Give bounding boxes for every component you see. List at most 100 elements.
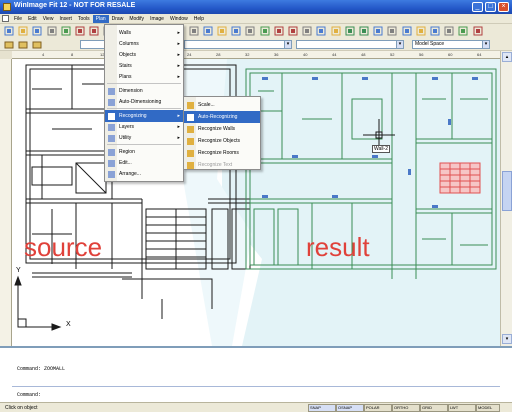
plans-icon [108,74,115,81]
menu-item-label: Recognize Text [198,162,233,168]
layer-icon[interactable] [316,26,326,36]
help-icon[interactable] [473,26,483,36]
text-icon[interactable] [302,26,312,36]
command-prompt[interactable]: Command: [17,392,41,398]
layer-state-icon[interactable] [18,40,28,50]
color-combo[interactable]: ▾ [184,40,292,49]
status-toggle-osnap[interactable]: OSNAP [336,404,364,412]
source-caption: source [24,232,103,262]
edit-icon [108,160,115,167]
recognizing-item-auto-recognizing[interactable]: Auto-Recognizing [184,111,260,123]
status-toggle-model[interactable]: MODEL [476,404,500,412]
properties-icon[interactable] [189,26,199,36]
utility-icon [108,135,115,142]
menu-item-label: Recognize Objects [198,138,240,144]
menu-separator [107,144,181,145]
measure-icon[interactable] [458,26,468,36]
plan-menu-item-arrange[interactable]: Arrange... [105,168,183,180]
recognizing-item-recognize-walls[interactable]: Recognize Walls [184,123,260,135]
menu-edit[interactable]: Edit [25,15,40,23]
ruler-tick-label: 24 [187,52,192,57]
array-icon[interactable] [387,26,397,36]
scroll-thumb[interactable] [502,171,512,211]
objects-icon [108,52,115,59]
fillet-icon[interactable] [430,26,440,36]
status-toggle-grid[interactable]: GRID [420,404,448,412]
menu-modify[interactable]: Modify [126,15,147,23]
plan-menu-item-utility[interactable]: Utility ▸ [105,132,183,144]
redo-icon[interactable] [89,26,99,36]
window-title: WinImage Fit 12 - NOT FOR RESALE [14,2,136,9]
plan-menu-item-auto-dimensioning[interactable]: Auto-Dimensioning [105,96,183,108]
ruler-tick-label: 4 [42,52,45,57]
vertical-scrollbar[interactable]: ▴ ▾ [500,51,512,346]
status-toggle-ortho[interactable]: ORTHO [392,404,420,412]
menu-draw[interactable]: Draw [109,15,127,23]
trim-icon[interactable] [402,26,412,36]
wall-icon[interactable] [203,26,213,36]
menu-tools[interactable]: Tools [75,15,93,23]
door-icon[interactable] [231,26,241,36]
menu-items: File Edit View Insert Tools Plan Draw Modify Ima… [11,15,207,23]
horizontal-ruler: 481216202428323640444852566064 [12,51,500,59]
mirror-icon[interactable] [373,26,383,36]
move-icon[interactable] [331,26,341,36]
status-toggle-polar[interactable]: POLAR [364,404,392,412]
open-icon[interactable] [18,26,28,36]
undo-icon[interactable] [75,26,85,36]
menu-item-label: Arrange... [119,171,141,177]
rotate-icon[interactable] [345,26,355,36]
recognizing-item-recognize-objects[interactable]: Recognize Objects [184,135,260,147]
vertical-ruler [0,59,12,346]
status-toggle-lwt[interactable]: LWT [448,404,476,412]
save-icon[interactable] [32,26,42,36]
preview-icon[interactable] [61,26,71,36]
ruler-tick-label: 32 [245,52,250,57]
recognizing-item-recognize-rooms[interactable]: Recognize Rooms [184,147,260,159]
menu-plan[interactable]: Plan [92,15,109,23]
menu-image[interactable]: Image [147,15,167,23]
stairs-icon[interactable] [260,26,270,36]
model-space-combo[interactable]: Model Space ▾ [412,40,490,49]
ruler-tick-label: 36 [274,52,279,57]
properties-toolbar: ▾ ▾ ▾ Model Space ▾ [0,38,512,51]
menu-item-label: Utility [119,135,132,141]
close-button[interactable]: × [498,2,509,12]
axis-x-label: X [66,321,71,328]
plan-menu-item-plans[interactable]: Plans ▸ [105,71,183,83]
ruler-corner [0,51,12,59]
recognized-stairs [439,162,481,194]
scroll-down-icon[interactable]: ▾ [502,334,512,344]
minimize-button[interactable]: _ [472,2,483,12]
menu-help[interactable]: Help [191,15,207,23]
recognizing-item-recognize-text: Recognize Text [184,159,260,171]
explode-icon[interactable] [444,26,454,36]
menu-insert[interactable]: Insert [56,15,75,23]
scale-icon[interactable] [359,26,369,36]
arrange-icon [108,171,115,178]
menu-item-label: Recognize Rooms [198,150,239,156]
menu-window[interactable]: Window [167,15,191,23]
ruler-tick-label: 52 [390,52,395,57]
maximize-button[interactable]: □ [485,2,496,12]
column-icon[interactable] [217,26,227,36]
layer-manager-icon[interactable] [4,40,14,50]
recognizing-item-scale[interactable]: Scale... [184,99,260,111]
command-window: Command: ZOOMALL Command: [0,346,512,402]
window-icon[interactable] [245,26,255,36]
extend-icon[interactable] [416,26,426,36]
dimension-icon[interactable] [288,26,298,36]
menu-file[interactable]: File [11,15,25,23]
linetype-combo[interactable]: ▾ [296,40,404,49]
room-icon[interactable] [274,26,284,36]
submenu-arrow-icon: ▸ [177,74,180,80]
print-icon[interactable] [47,26,57,36]
menu-item-label: Auto-Dimensioning [119,99,162,105]
dimension-icon [108,88,115,95]
menu-view[interactable]: View [40,15,57,23]
new-icon[interactable] [4,26,14,36]
match-layer-icon[interactable] [32,40,42,50]
scroll-up-icon[interactable]: ▴ [502,52,512,62]
wall-tag-label: Wall-2 [372,145,390,153]
status-toggle-snap[interactable]: SNAP [308,404,336,412]
